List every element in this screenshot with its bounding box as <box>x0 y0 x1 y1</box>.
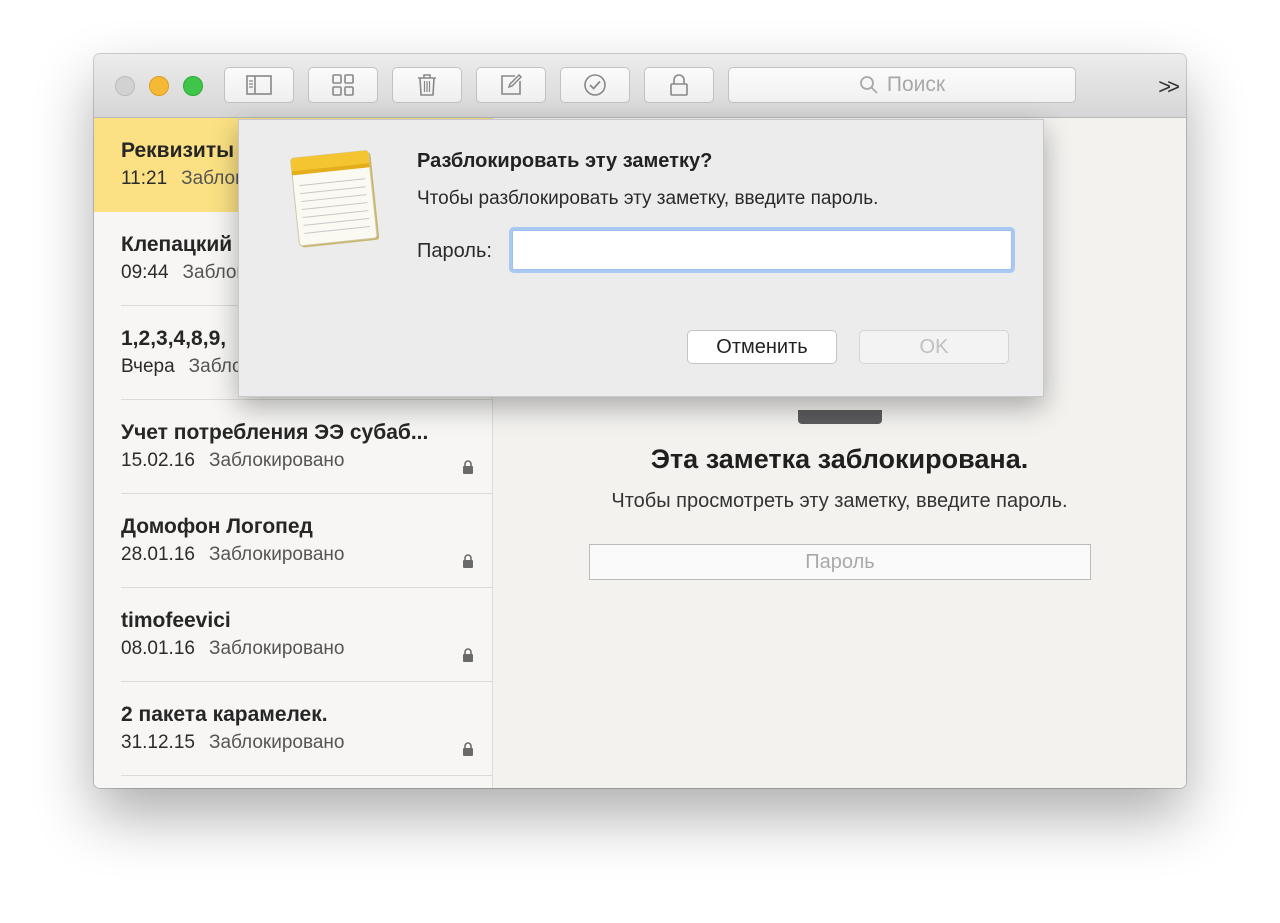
lock-icon <box>670 74 688 96</box>
password-label: Пароль: <box>417 240 492 262</box>
dialog-title: Разблокировать эту заметку? <box>417 150 713 172</box>
delete-note-button[interactable] <box>392 67 462 103</box>
note-title: Учет потребления ЭЭ субаб... <box>121 421 429 444</box>
note-title: timofeevici <box>121 609 231 632</box>
locked-note-title: Эта заметка заблокирована. <box>650 444 1029 474</box>
trash-icon <box>418 74 436 96</box>
password-input[interactable] <box>512 230 1012 270</box>
note-date: Вчера <box>121 356 175 377</box>
dialog-message: Чтобы разблокировать эту заметку, введит… <box>417 188 879 209</box>
unlock-note-dialog: Разблокировать эту заметку? Чтобы разбло… <box>238 119 1044 397</box>
note-status: Заблокировано <box>208 544 345 565</box>
note-date: 11:21 <box>121 168 168 189</box>
note-date: 28.01.16 <box>121 544 195 565</box>
toolbar-overflow-button[interactable]: >> <box>1158 74 1180 100</box>
note-status: Заблокировано <box>208 450 345 471</box>
notes-app-icon <box>290 150 380 248</box>
locked-note-message: Чтобы просмотреть эту заметку, введите п… <box>611 490 1068 512</box>
note-item[interactable]: Учет потребления ЭЭ субаб... 15.02.16 Заб… <box>94 400 492 494</box>
compose-icon <box>501 73 523 95</box>
checklist-button[interactable] <box>560 67 630 103</box>
note-item[interactable]: 2 пакета карамелек. 31.12.15 Заблокирован… <box>94 682 492 776</box>
lock-icon <box>463 648 473 662</box>
note-item[interactable]: Домофон Логопед 28.01.16 Заблокировано <box>94 494 492 588</box>
ok-button[interactable]: OK <box>859 330 1009 364</box>
grid-icon <box>332 74 354 96</box>
cancel-button[interactable]: Отменить <box>687 330 837 364</box>
locked-password-field[interactable]: Пароль <box>589 544 1091 580</box>
note-status: Заблокировано <box>208 732 345 753</box>
note-date: 09:44 <box>121 262 169 283</box>
zoom-window-button[interactable] <box>183 76 203 96</box>
search-field[interactable]: Поиск <box>728 67 1076 103</box>
note-status: Заблокировано <box>208 638 345 659</box>
note-item[interactable]: timofeevici 08.01.16 Заблокировано <box>94 588 492 682</box>
close-window-button[interactable] <box>115 76 135 96</box>
new-note-button[interactable] <box>476 67 546 103</box>
toggle-folders-button[interactable] <box>224 67 294 103</box>
note-date: 15.02.16 <box>121 450 195 471</box>
attachments-browser-button[interactable] <box>308 67 378 103</box>
divider <box>121 775 492 776</box>
large-lock-icon <box>798 410 882 424</box>
minimize-window-button[interactable] <box>149 76 169 96</box>
lock-icon <box>463 554 473 568</box>
sidebar-toggle-icon <box>246 75 272 95</box>
note-title: Домофон Логопед <box>121 515 313 538</box>
lock-icon <box>463 460 473 474</box>
note-title: 2 пакета карамелек. <box>121 703 328 726</box>
toolbar: Поиск >> <box>94 54 1186 118</box>
search-placeholder: Поиск <box>886 73 946 96</box>
checklist-icon <box>584 74 606 96</box>
lock-note-button[interactable] <box>644 67 714 103</box>
note-date: 08.01.16 <box>121 638 195 659</box>
note-date: 31.12.15 <box>121 732 195 753</box>
search-icon <box>859 76 878 94</box>
lock-icon <box>463 742 473 756</box>
